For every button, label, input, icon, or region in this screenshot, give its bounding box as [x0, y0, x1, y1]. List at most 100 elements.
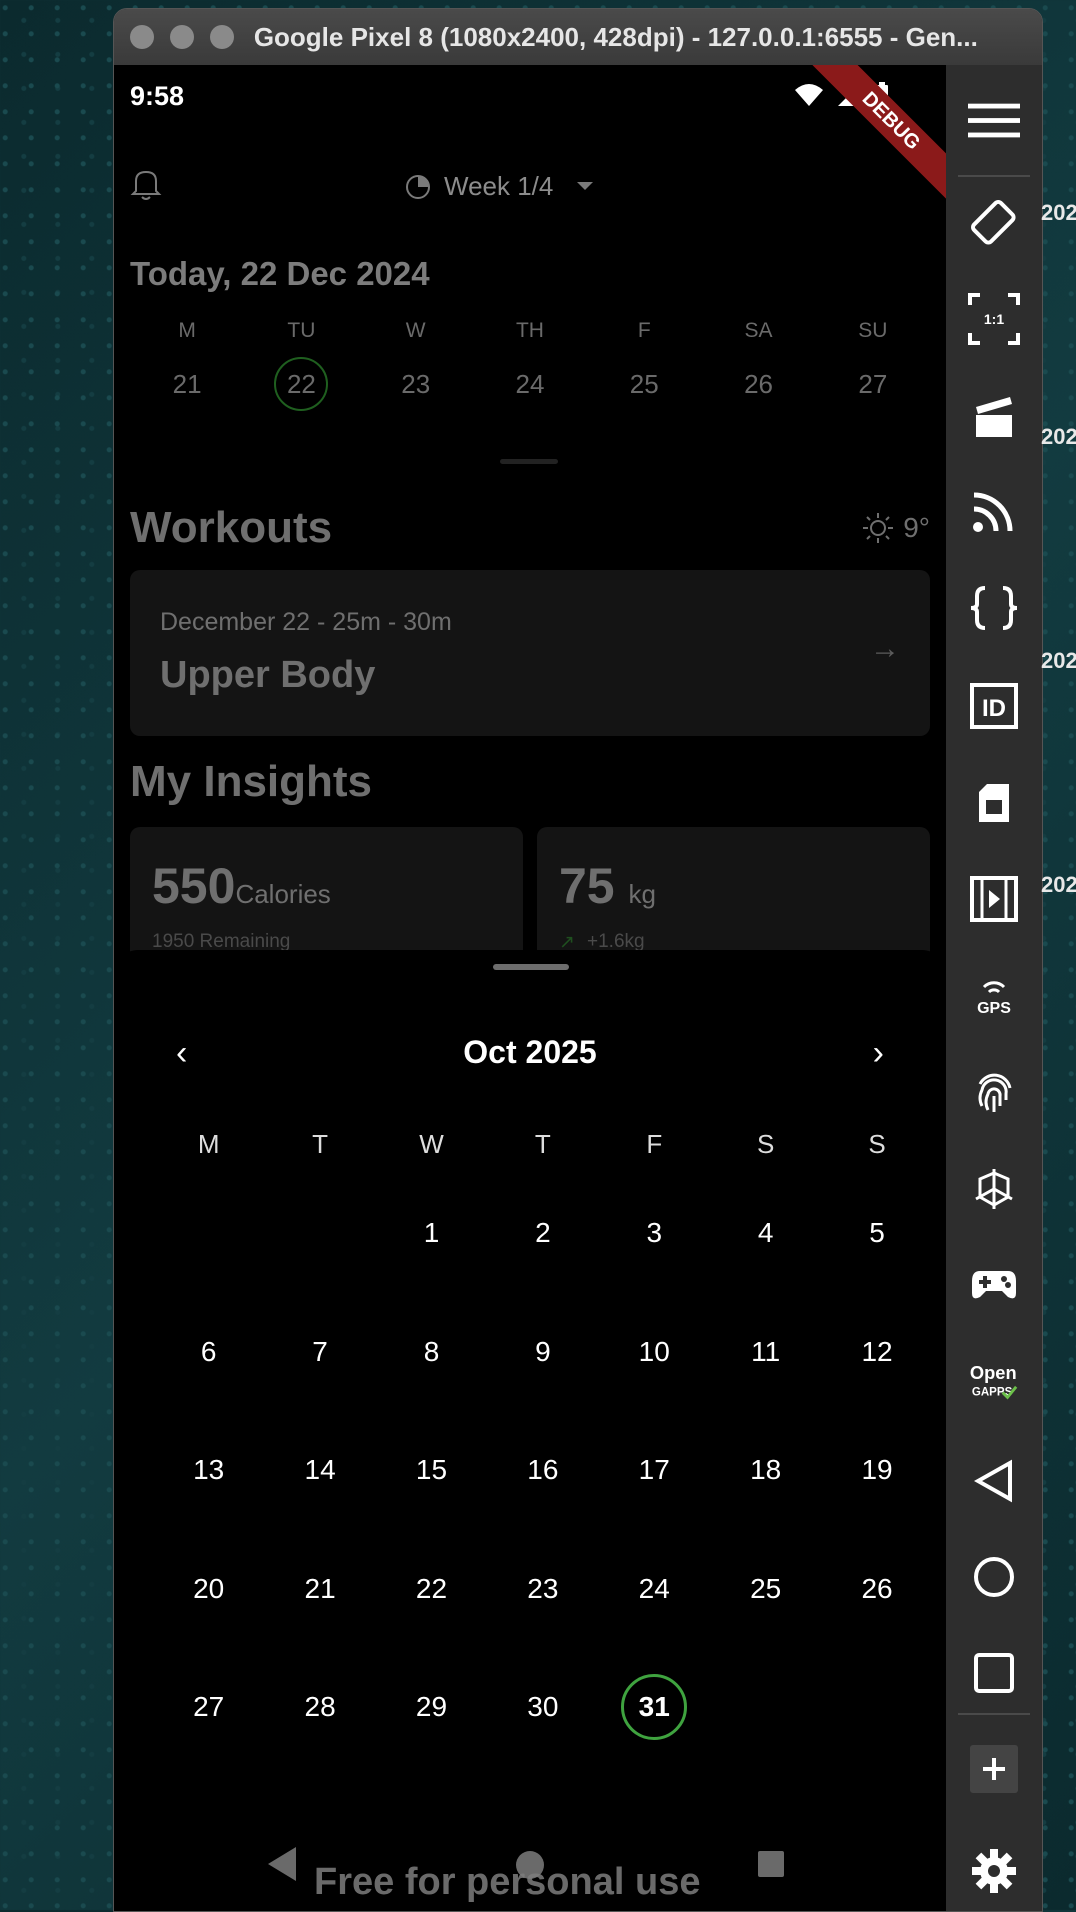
- calendar-day[interactable]: 28: [264, 1672, 375, 1791]
- calendar-day[interactable]: 21: [264, 1554, 375, 1673]
- calendar-weekday: S: [756, 1129, 775, 1159]
- calendar-day-number: 24: [638, 1572, 670, 1604]
- calendar-bottom-sheet: ‹ Oct 2025 › MTWTFSS 1 2 3 4 5 6 7 8 9 10 11 12 13 14…: [114, 950, 946, 1911]
- calendar-day[interactable]: 19: [821, 1435, 932, 1554]
- calendar-day-number: 26: [861, 1572, 893, 1604]
- sensor-icon[interactable]: [968, 1163, 1020, 1215]
- calendar-day[interactable]: 16: [487, 1435, 598, 1554]
- weekday-label: TH: [515, 319, 544, 342]
- clapper-icon[interactable]: [968, 391, 1020, 443]
- film-icon[interactable]: [968, 873, 1020, 925]
- workout-card[interactable]: December 22 - 25m - 30m Upper Body →: [130, 570, 930, 736]
- gps-icon[interactable]: GPS: [968, 969, 1020, 1021]
- calendar-day[interactable]: 14: [264, 1435, 375, 1554]
- id-icon[interactable]: ID: [968, 680, 1020, 732]
- calendar-weekday: T: [534, 1129, 551, 1159]
- week-date-number: 27: [858, 369, 888, 399]
- pixel-ratio-icon[interactable]: 1:1: [968, 293, 1020, 345]
- cast-icon[interactable]: [968, 485, 1020, 537]
- week-date[interactable]: 24: [473, 353, 587, 415]
- calendar-day-number: 27: [193, 1691, 225, 1723]
- weather-widget: 9°: [861, 511, 930, 545]
- window-title: Google Pixel 8 (1080x2400, 428dpi) - 127…: [253, 21, 978, 52]
- week-date[interactable]: 23: [359, 353, 473, 415]
- minimize-window-button[interactable]: [169, 25, 194, 49]
- calendar-day-number: 23: [527, 1572, 559, 1604]
- calendar-day[interactable]: 6: [153, 1317, 264, 1436]
- calendar-day-number: 20: [193, 1572, 225, 1604]
- calendar-day[interactable]: 22: [376, 1554, 487, 1673]
- plus-icon[interactable]: [968, 1743, 1020, 1795]
- calendar-day[interactable]: 18: [710, 1435, 821, 1554]
- calendar-day-number: 21: [304, 1572, 336, 1604]
- close-window-button[interactable]: [130, 25, 154, 49]
- calendar-day[interactable]: 15: [376, 1435, 487, 1554]
- calendar-day[interactable]: 20: [153, 1554, 264, 1673]
- calendar-day[interactable]: 5: [821, 1198, 932, 1317]
- calendar-day[interactable]: 4: [710, 1198, 821, 1317]
- calendar-day[interactable]: 30: [487, 1672, 598, 1791]
- week-date[interactable]: 25: [587, 353, 701, 415]
- menu-icon[interactable]: [968, 95, 1020, 147]
- week-date-selected[interactable]: 22: [244, 353, 358, 415]
- sim-card-icon[interactable]: [968, 777, 1020, 829]
- week-date-number: 26: [744, 369, 773, 399]
- calendar-day-number: 30: [527, 1691, 559, 1723]
- calendar-day[interactable]: 11: [710, 1317, 821, 1436]
- caret-down-icon: [577, 181, 594, 190]
- braces-icon[interactable]: [968, 582, 1020, 634]
- weekday-label: SA: [744, 319, 773, 342]
- home-icon[interactable]: [968, 1551, 1020, 1603]
- calendar-day-number: 3: [646, 1217, 663, 1248]
- calendar-day[interactable]: 1: [376, 1198, 487, 1317]
- calendar-day[interactable]: 7: [264, 1317, 375, 1436]
- calories-card[interactable]: 550Calories 1950 Remaining: [130, 827, 523, 967]
- calendar-day[interactable]: 17: [599, 1435, 710, 1554]
- chevron-right-icon[interactable]: ›: [873, 1034, 884, 1073]
- calendar-day[interactable]: 2: [487, 1198, 598, 1317]
- calendar-weekday: W: [419, 1129, 444, 1159]
- week-selector[interactable]: Week 1/4: [404, 171, 605, 202]
- weight-value: 75: [559, 858, 615, 914]
- zoom-window-button[interactable]: [209, 25, 234, 49]
- calendar-day[interactable]: 8: [376, 1317, 487, 1436]
- nav-overview-icon[interactable]: [756, 1849, 786, 1879]
- week-date[interactable]: 27: [816, 353, 930, 415]
- calendar-day-selected[interactable]: 31: [599, 1672, 710, 1791]
- calendar-day-number: 7: [312, 1335, 328, 1367]
- background-edge-text: 202: [1041, 200, 1076, 225]
- today-label: Today, 22 Dec 2024: [130, 255, 430, 292]
- nav-back-icon[interactable]: [264, 1845, 300, 1883]
- back-icon[interactable]: [968, 1455, 1020, 1507]
- settings-icon[interactable]: [968, 1845, 1020, 1897]
- weekday-label: F: [637, 319, 651, 342]
- week-date[interactable]: 26: [701, 353, 815, 415]
- weight-card[interactable]: 75 kg +1.6kg ↗: [537, 827, 930, 967]
- calendar-day[interactable]: 27: [153, 1672, 264, 1791]
- calendar-day[interactable]: 10: [599, 1317, 710, 1436]
- fingerprint-icon[interactable]: [968, 1067, 1020, 1119]
- gamepad-icon[interactable]: [968, 1259, 1020, 1311]
- sheet-drag-handle[interactable]: [493, 964, 569, 970]
- calendar-day[interactable]: 3: [599, 1198, 710, 1317]
- calendar-day-number: 15: [415, 1454, 448, 1486]
- open-gapps-icon[interactable]: Open GAPPS: [968, 1355, 1020, 1407]
- rotate-icon[interactable]: [968, 197, 1020, 249]
- calendar-day[interactable]: 24: [599, 1554, 710, 1673]
- calendar-day[interactable]: 13: [153, 1435, 264, 1554]
- weekday-label: M: [178, 319, 196, 342]
- temperature: 9°: [903, 512, 930, 543]
- calendar-day[interactable]: 23: [487, 1554, 598, 1673]
- calendar-day[interactable]: 25: [710, 1554, 821, 1673]
- week-date-number: 21: [172, 369, 202, 399]
- calendar-day[interactable]: 12: [821, 1317, 932, 1436]
- calendar-empty-cell: [710, 1672, 821, 1791]
- drag-handle[interactable]: [500, 459, 558, 464]
- calendar-day[interactable]: 29: [376, 1672, 487, 1791]
- calendar-day[interactable]: 9: [487, 1317, 598, 1436]
- week-date[interactable]: 21: [130, 353, 244, 415]
- overview-icon[interactable]: [968, 1647, 1020, 1699]
- calendar-day-number: 13: [193, 1454, 225, 1486]
- calendar-day[interactable]: 26: [821, 1554, 932, 1673]
- notification-bell-icon[interactable]: [130, 167, 162, 201]
